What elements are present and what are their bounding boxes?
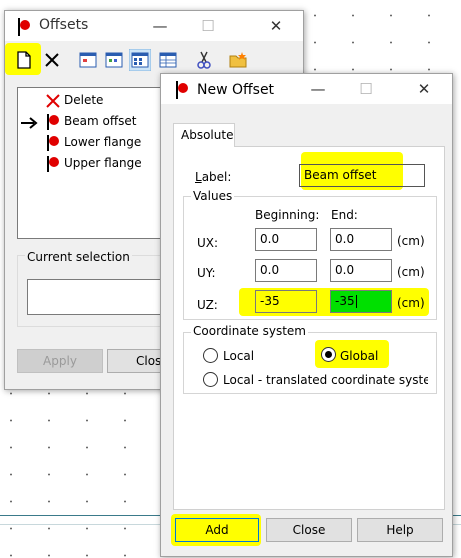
offsets-titlebar[interactable]: Offsets — ☐ ✕ (5, 11, 303, 41)
offset-icon (47, 156, 59, 172)
help-button[interactable]: Help (357, 518, 443, 542)
view-table-icon[interactable] (159, 51, 177, 69)
maximize-icon: ☐ (359, 80, 373, 98)
close-icon[interactable]: ✕ (409, 78, 439, 100)
maximize-icon: ☐ (201, 17, 215, 35)
uz-begin-input[interactable]: -35 (255, 290, 317, 313)
offset-icon (47, 114, 59, 130)
ux-label: UX: (197, 236, 219, 250)
robot-app-icon (171, 80, 191, 100)
uy-end-input[interactable]: 0.0 (330, 259, 392, 282)
current-selection-label: Current selection (25, 250, 132, 264)
col-beginning: Beginning: (255, 208, 320, 222)
uz-end-input[interactable]: -35 (330, 290, 392, 313)
text-cursor (355, 295, 357, 308)
uy-label: UY: (197, 266, 216, 280)
ux-end-input[interactable]: 0.0 (330, 228, 392, 251)
ux-begin-input[interactable]: 0.0 (255, 228, 317, 251)
scissors-icon[interactable] (195, 51, 213, 69)
tab-absolute-label: Absolute (181, 128, 234, 142)
col-end: End: (331, 208, 358, 222)
view-grid-icon[interactable] (129, 49, 151, 71)
folder-star-icon[interactable] (229, 51, 247, 69)
apply-button[interactable]: Apply (17, 349, 103, 373)
ux-unit: (cm) (397, 234, 425, 248)
delete-x-icon (46, 94, 60, 108)
radio-global[interactable] (321, 347, 336, 362)
uy-unit: (cm) (397, 265, 425, 279)
add-button[interactable]: Add (175, 518, 259, 542)
current-arrow-icon (21, 117, 38, 129)
new-offset-dialog: New Offset — ☐ ✕ Absolute Label: Beam of… (160, 73, 453, 557)
new-offset-close-button[interactable]: Close (266, 518, 352, 542)
uz-label: UZ: (197, 298, 218, 312)
tab-absolute[interactable]: Absolute (173, 123, 235, 147)
uz-unit: (cm) (397, 296, 425, 310)
label-input[interactable]: Beam offset (299, 164, 425, 187)
offsets-title: Offsets (39, 17, 89, 33)
radio-local-translated-label[interactable]: Local - translated coordinate system (223, 373, 428, 387)
radio-global-label[interactable]: Global (340, 349, 378, 363)
close-icon[interactable]: ✕ (261, 15, 291, 37)
offset-icon (47, 135, 59, 151)
minimize-icon[interactable]: — (145, 15, 175, 37)
values-group-title: Values (191, 189, 235, 203)
delete-icon[interactable] (43, 51, 61, 69)
view-list-icon[interactable] (79, 51, 97, 69)
label-caption: Label: (195, 170, 232, 184)
view-detail-icon[interactable] (105, 51, 123, 69)
new-icon[interactable] (15, 51, 33, 69)
minimize-icon[interactable]: — (303, 78, 333, 100)
new-offset-titlebar[interactable]: New Offset — ☐ ✕ (161, 74, 452, 104)
coordinate-system-title: Coordinate system (191, 324, 308, 338)
uy-begin-input[interactable]: 0.0 (255, 259, 317, 282)
new-offset-title: New Offset (197, 82, 275, 98)
radio-local[interactable] (203, 348, 218, 363)
radio-local-translated[interactable] (203, 372, 218, 387)
robot-app-icon (13, 17, 33, 37)
radio-local-label[interactable]: Local (223, 349, 254, 363)
